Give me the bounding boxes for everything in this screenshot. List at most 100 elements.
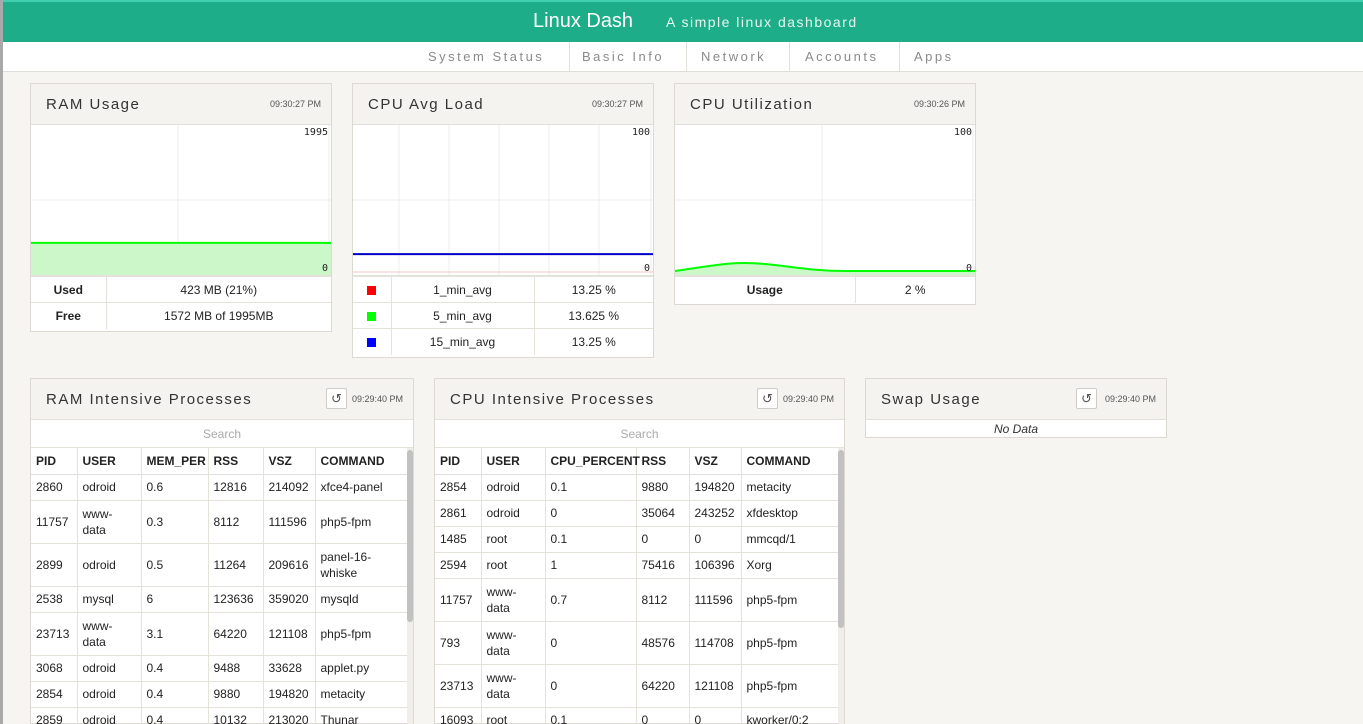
column-header[interactable]: USER xyxy=(480,448,545,475)
refresh-button[interactable]: ↺ xyxy=(757,388,778,409)
table-row: 23713 www-data 0 64220 121108 php5-fpm xyxy=(435,663,838,707)
cell: 0 xyxy=(544,663,636,707)
table-row: 23713 www-data 3.1 64220 121108 php5-fpm xyxy=(31,611,408,655)
legend-swatch-cell xyxy=(353,328,391,355)
brand-title[interactable]: Linux Dash xyxy=(533,10,633,33)
cell: odroid xyxy=(76,680,141,707)
cell: 213020 xyxy=(262,706,315,724)
cell: xfce4-panel xyxy=(314,473,408,500)
nav-basic-info[interactable]: Basic Info xyxy=(582,42,664,72)
nav-accounts[interactable]: Accounts xyxy=(805,42,878,72)
column-header[interactable]: RSS xyxy=(635,448,689,475)
table-row: 2861 odroid 0 35064 243252 xfdesktop xyxy=(435,499,838,526)
column-header[interactable]: CPU_PERCENT xyxy=(544,448,640,475)
cpu-utilization-chart: 100 0 xyxy=(675,125,975,276)
cell: Thunar xyxy=(314,706,408,724)
widget-header: CPU Utilization 09:30:26 PM xyxy=(675,84,975,125)
widget-header: CPU Intensive Processes ↺ 09:29:40 PM xyxy=(435,379,844,420)
cell: 0.4 xyxy=(140,680,208,707)
cell: 121108 xyxy=(688,663,741,707)
widget-header: Swap Usage ↺ 09:29:40 PM xyxy=(866,379,1166,420)
cpu-chart-svg xyxy=(675,125,975,275)
scrollbar-thumb[interactable] xyxy=(407,450,413,622)
row-value: 13.625 % xyxy=(533,302,653,329)
cell: 0.1 xyxy=(544,473,636,500)
row-label: Used xyxy=(31,276,106,303)
cpu-process-search-input[interactable]: Search xyxy=(435,420,844,448)
cell: 1485 xyxy=(435,525,481,552)
blue-swatch-icon xyxy=(367,338,377,348)
ram-free-row: Free 1572 MB of 1995MB xyxy=(31,302,331,329)
column-header[interactable]: COMMAND xyxy=(314,448,408,475)
cell: panel-16-whiske xyxy=(314,542,408,586)
column-header[interactable]: PID xyxy=(31,448,77,475)
cpu-process-scrollbar[interactable] xyxy=(838,448,844,724)
nav-apps[interactable]: Apps xyxy=(914,42,954,72)
cell: 2860 xyxy=(31,473,77,500)
chart-min-label: 0 xyxy=(321,263,328,274)
row-label: Usage xyxy=(675,276,855,303)
cell: metacity xyxy=(314,680,408,707)
cpu-process-table: PID USER CPU_PERCENT RSS VSZ COMMAND 285… xyxy=(435,448,838,724)
column-header[interactable]: VSZ xyxy=(262,448,315,475)
cell: odroid xyxy=(76,473,141,500)
load-row-5min: 5_min_avg 13.625 % xyxy=(353,302,653,329)
column-header[interactable]: COMMAND xyxy=(740,448,838,475)
widget-header: RAM Intensive Processes ↺ 09:29:40 PM xyxy=(31,379,413,420)
cell: 111596 xyxy=(688,577,741,621)
cell: xfdesktop xyxy=(740,499,838,526)
table-row: 2899 odroid 0.5 11264 209616 panel-16-whiske xyxy=(31,542,408,586)
nav-system-status[interactable]: System Status xyxy=(428,42,544,72)
top-bar: Linux Dash A simple linux dashboard xyxy=(3,0,1363,42)
ram-process-scroll-area[interactable]: PID USER MEM_PER RSS VSZ COMMAND 2860 odr… xyxy=(31,448,413,724)
cell: 35064 xyxy=(635,499,689,526)
column-header[interactable]: USER xyxy=(76,448,141,475)
cell: 23713 xyxy=(435,663,481,707)
cpu-processes-widget: CPU Intensive Processes ↺ 09:29:40 PM Se… xyxy=(434,378,845,724)
swap-usage-widget: Swap Usage ↺ 09:29:40 PM No Data xyxy=(865,378,1167,438)
cell: 0.1 xyxy=(544,525,636,552)
cell: 33628 xyxy=(262,654,315,681)
cell: metacity xyxy=(740,473,838,500)
row-label: Free xyxy=(31,302,106,329)
widget-title: CPU Utilization xyxy=(690,96,814,113)
cell: 0 xyxy=(635,706,689,724)
column-header[interactable]: VSZ xyxy=(688,448,741,475)
scrollbar-thumb[interactable] xyxy=(838,450,844,628)
table-row: 2854 odroid 0.1 9880 194820 metacity xyxy=(435,473,838,500)
cell: 0.4 xyxy=(140,654,208,681)
cell: root xyxy=(480,706,545,724)
ram-process-search-input[interactable]: Search xyxy=(31,420,413,448)
row-label: 15_min_avg xyxy=(390,328,534,355)
row-value: 423 MB (21%) xyxy=(105,276,331,303)
cpu-avg-load-chart: 100 0 xyxy=(353,125,653,276)
window-edge xyxy=(0,0,3,724)
refresh-button[interactable]: ↺ xyxy=(1076,388,1097,409)
cell: 214092 xyxy=(262,473,315,500)
widget-timestamp: 09:30:27 PM xyxy=(591,99,643,109)
nav-network[interactable]: Network xyxy=(701,42,766,72)
column-header[interactable]: PID xyxy=(435,448,481,475)
column-header[interactable]: MEM_PER xyxy=(140,448,208,475)
ram-process-scrollbar[interactable] xyxy=(407,448,413,724)
row-label: 1_min_avg xyxy=(390,276,534,303)
cell: 0 xyxy=(688,525,741,552)
chart-max-label: 1995 xyxy=(303,127,328,138)
column-header[interactable]: RSS xyxy=(207,448,263,475)
green-swatch-icon xyxy=(367,311,377,321)
cell: php5-fpm xyxy=(314,611,408,655)
ram-chart-svg xyxy=(31,125,331,275)
cpu-process-scroll-area[interactable]: PID USER CPU_PERCENT RSS VSZ COMMAND 285… xyxy=(435,448,844,724)
cell: mysql xyxy=(76,585,141,612)
cell: 2899 xyxy=(31,542,77,586)
widget-timestamp: 09:29:40 PM xyxy=(1104,394,1156,404)
widget-timestamp: 09:29:40 PM xyxy=(782,394,834,404)
cell: 2854 xyxy=(31,680,77,707)
cell: odroid xyxy=(76,542,141,586)
refresh-button[interactable]: ↺ xyxy=(326,388,347,409)
cell: www-data xyxy=(480,620,545,664)
load-row-15min: 15_min_avg 13.25 % xyxy=(353,328,653,355)
widget-timestamp: 09:30:27 PM xyxy=(269,99,321,109)
cell: 0.7 xyxy=(544,577,636,621)
cell: 64220 xyxy=(207,611,263,655)
